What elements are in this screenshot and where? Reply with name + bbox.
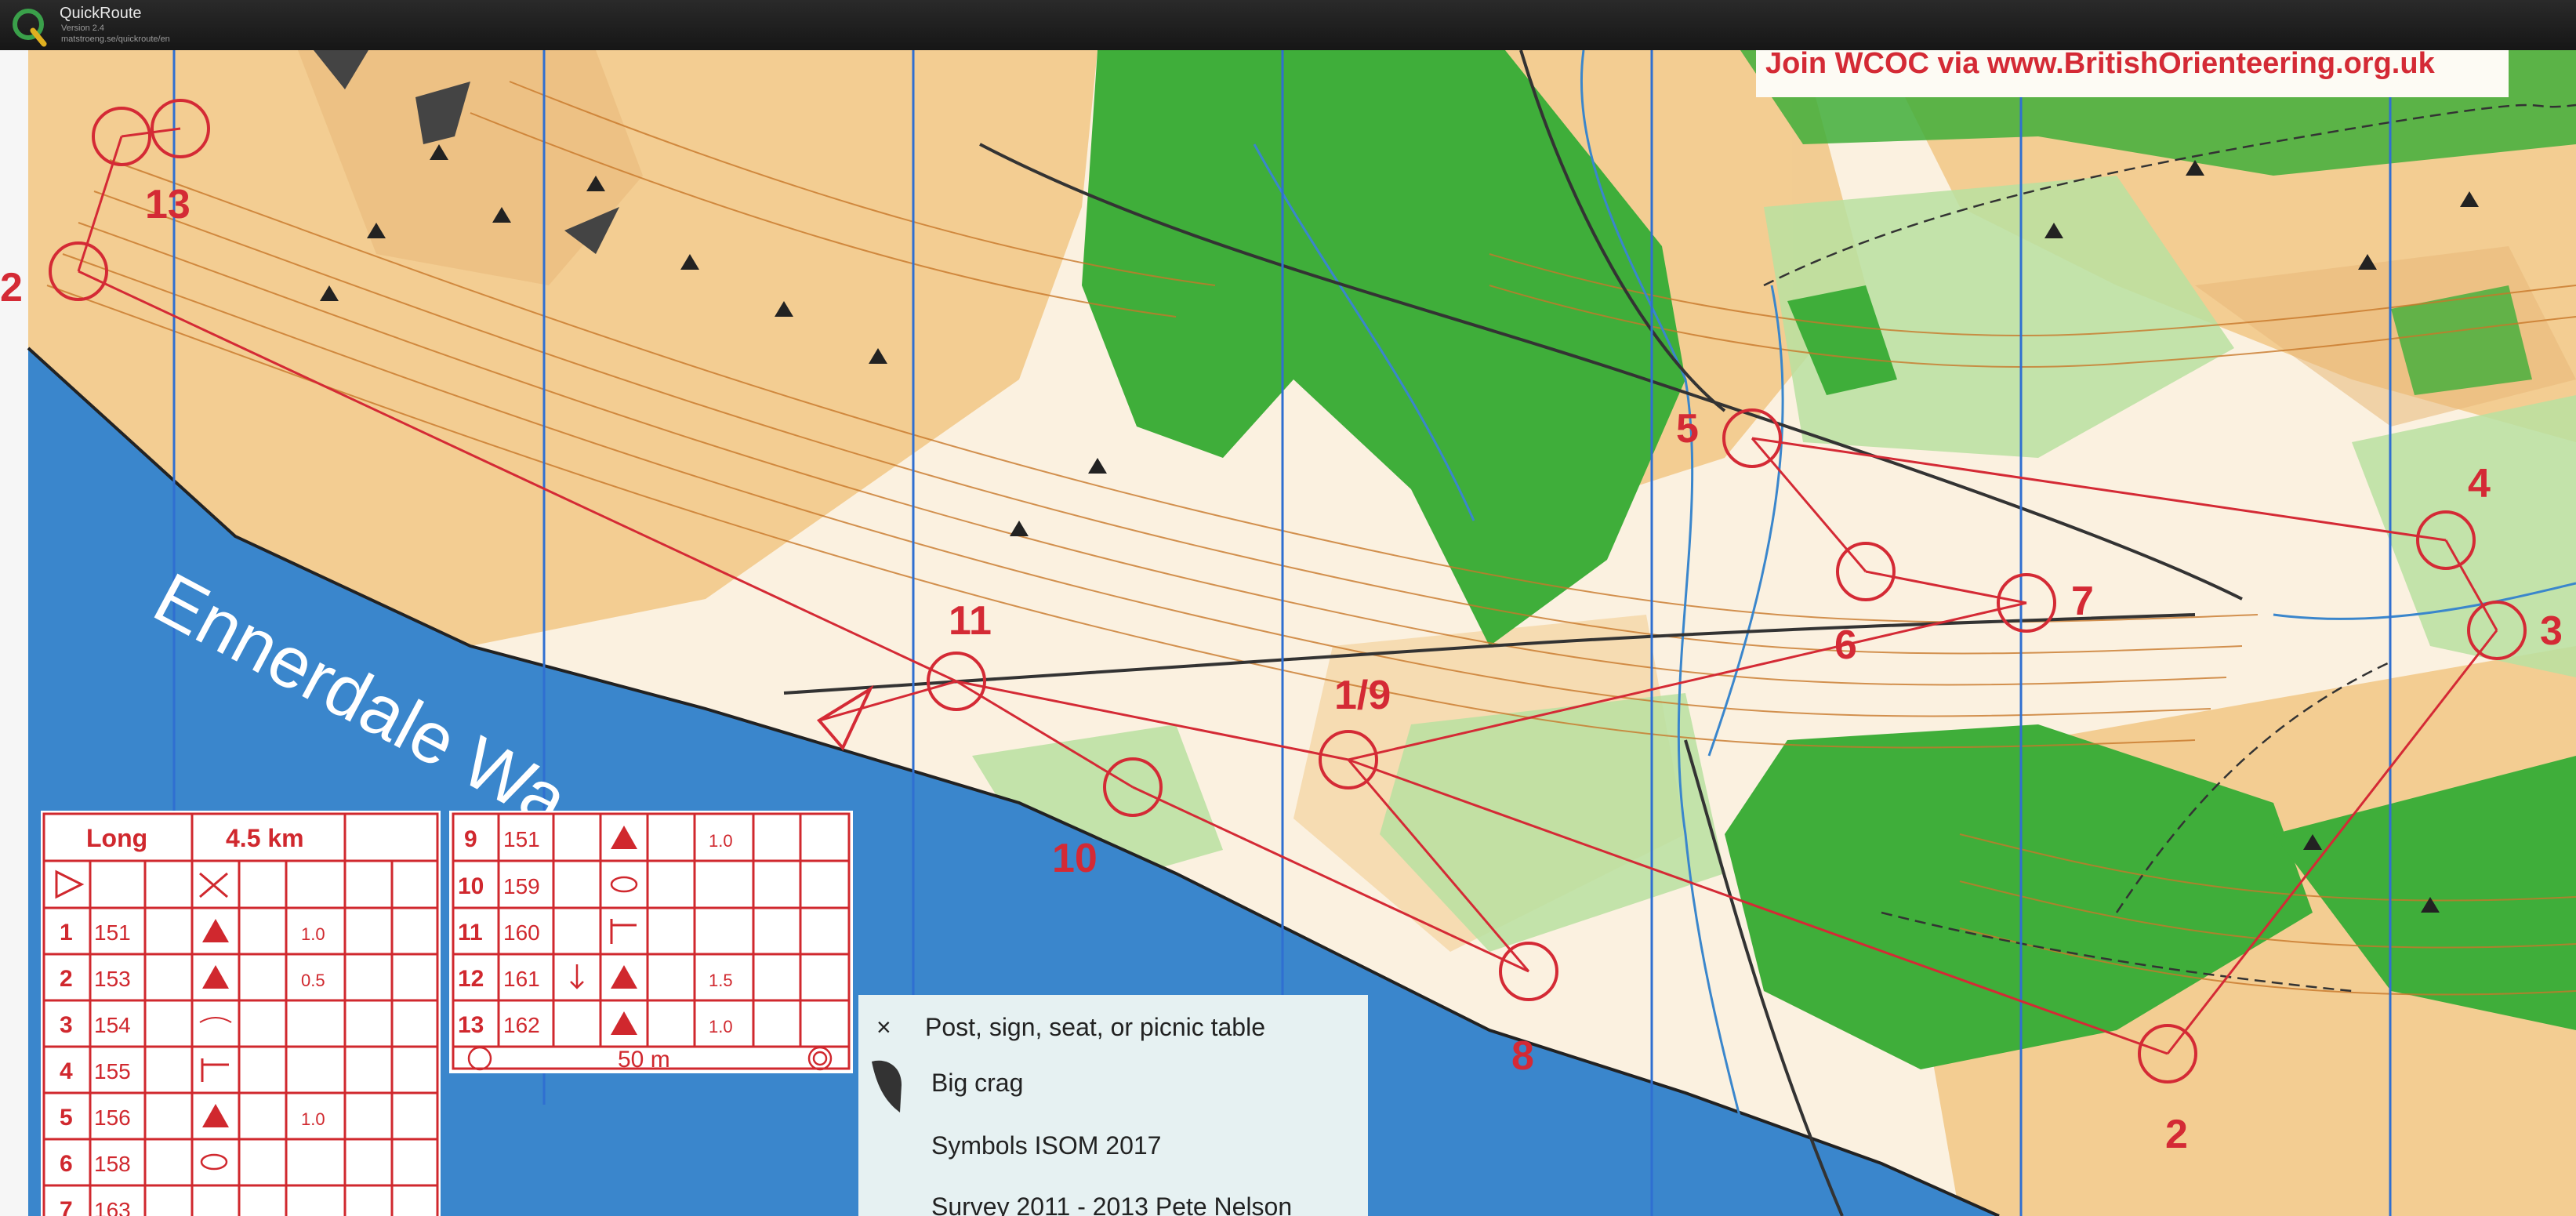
control-row-num: 12	[458, 966, 484, 992]
control-number: 6	[1834, 623, 1857, 668]
control-row-num: 2	[60, 966, 73, 992]
banner-text: Join WCOC via www.BritishOrienteering.or…	[1765, 50, 2436, 80]
control-number: 2	[0, 265, 23, 310]
control-row-code: 159	[503, 874, 540, 898]
control-row-size: 1.5	[709, 971, 733, 990]
control-row-num: 3	[60, 1012, 73, 1038]
control-row-code: 155	[94, 1059, 131, 1084]
control-row-num: 4	[60, 1058, 73, 1084]
control-number: 11	[949, 598, 992, 644]
control-row-code: 153	[94, 967, 131, 991]
control-number: 2	[2165, 1112, 2188, 1157]
control-row-code: 161	[503, 967, 540, 991]
course-length: 4.5 km	[226, 824, 304, 852]
control-row-num: 7	[60, 1197, 73, 1216]
map-legend: × Post, sign, seat, or picnic table Big …	[858, 995, 1368, 1216]
control-row-code: 160	[503, 920, 540, 945]
app-url[interactable]: matstroeng.se/quickroute/en	[61, 34, 170, 44]
control-row-size: 1.0	[301, 924, 325, 944]
control-row-num: 5	[60, 1105, 73, 1131]
control-row-code: 163	[94, 1198, 131, 1216]
control-number: 10	[1052, 836, 1098, 881]
control-number: 13	[145, 182, 190, 227]
control-number: 4	[2468, 461, 2491, 506]
control-row-num: 1	[60, 920, 73, 946]
control-row-code: 162	[503, 1013, 540, 1037]
control-row-code: 158	[94, 1152, 131, 1176]
control-row-num: 9	[464, 826, 477, 852]
legend-text: Big crag	[931, 1069, 1023, 1097]
control-row-size: 1.0	[709, 831, 733, 851]
control-description-right: 9 151 1.0 10 159 11 160 12 161 1.5 13 16…	[449, 811, 853, 1073]
legend-symbol: ×	[876, 1013, 891, 1041]
control-number: 5	[1676, 406, 1699, 452]
control-row-code: 156	[94, 1105, 131, 1130]
control-row-size: 1.0	[709, 1017, 733, 1036]
control-row-code: 151	[94, 920, 131, 945]
control-row-size: 1.0	[301, 1109, 325, 1129]
legend-text: Survey 2011 - 2013 Pete Nelson	[931, 1192, 1292, 1216]
orienteering-map[interactable]: Join WCOC via www.BritishOrienteering.or…	[0, 50, 2576, 1216]
control-row-num: 10	[458, 873, 484, 899]
control-description-left: Long 4.5 km 1 151 1.0 2 153 0.5 3 154 4 …	[41, 811, 441, 1216]
control-number: 3	[2540, 608, 2563, 654]
legend-text: Symbols ISOM 2017	[931, 1131, 1161, 1160]
title-bar: QuickRoute Version 2.4 matstroeng.se/qui…	[0, 0, 2576, 50]
control-row-num: 13	[458, 1012, 484, 1038]
control-row-code: 154	[94, 1013, 131, 1037]
app-title: QuickRoute	[60, 5, 142, 22]
control-number: 7	[2071, 579, 2094, 624]
legend-text: Post, sign, seat, or picnic table	[925, 1013, 1265, 1041]
map-edge	[0, 50, 28, 1216]
lake-patch	[453, 1105, 849, 1216]
app-version: Version 2.4	[61, 24, 105, 33]
control-row-code: 151	[503, 827, 540, 851]
control-row-num: 11	[458, 920, 483, 946]
finish-distance: 50 m	[618, 1047, 670, 1073]
control-number: 8	[1511, 1033, 1534, 1079]
control-row-size: 0.5	[301, 971, 325, 990]
control-row-num: 6	[60, 1151, 73, 1177]
control-number: 1/9	[1334, 673, 1391, 718]
course-name: Long	[86, 824, 147, 852]
quickroute-logo-icon	[13, 9, 47, 47]
